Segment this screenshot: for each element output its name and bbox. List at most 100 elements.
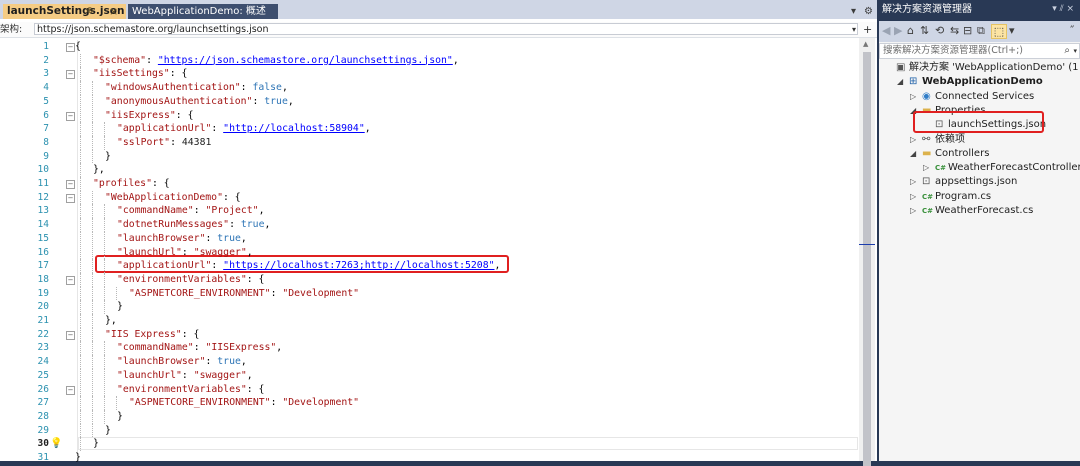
tree-item[interactable]: ▣解决方案 'WebApplicationDemo' (1 个项目 <box>879 61 1080 75</box>
code-line[interactable]: "ASPNETCORE_ENVIRONMENT": "Development" <box>129 396 359 410</box>
home-icon[interactable]: ⌂ <box>907 24 914 38</box>
code-line[interactable]: "anonymousAuthentication": true, <box>105 95 294 109</box>
code-line[interactable]: "ASPNETCORE_ENVIRONMENT": "Development" <box>129 287 359 301</box>
code-line[interactable]: } <box>75 451 81 465</box>
code-line[interactable]: "iisExpress": { <box>105 109 193 123</box>
forward-icon[interactable]: ▶ <box>894 24 902 38</box>
code-token: "IIS Express" <box>105 328 182 340</box>
collapsed-arrow-icon[interactable]: ▷ <box>923 161 929 175</box>
gear-icon[interactable]: ⚙ <box>864 4 873 19</box>
code-line[interactable]: } <box>105 424 111 438</box>
code-line[interactable]: } <box>105 150 111 164</box>
code-line[interactable]: } <box>117 410 123 424</box>
tree-item[interactable]: ▷ ⊡ appsettings.json <box>879 175 1080 189</box>
back-icon[interactable]: ◀ <box>882 24 890 38</box>
indent-guide <box>80 368 81 383</box>
code-line[interactable]: "$schema": "https://json.schemastore.org… <box>93 54 459 68</box>
code-token: true <box>240 219 265 231</box>
panel-window-buttons[interactable]: ▾ ⫽ × <box>1052 0 1074 19</box>
fold-toggle-icon[interactable]: − <box>66 385 75 395</box>
code-line[interactable]: "dotnetRunMessages": true, <box>117 218 270 232</box>
scroll-up-icon[interactable]: ▲ <box>863 40 868 48</box>
tree-item-label: 依赖项 <box>935 133 965 145</box>
code-line[interactable]: "iisSettings": { <box>93 67 187 81</box>
code-editor[interactable]: launchSettings.json ⊕ × WebApplicationDe… <box>0 0 877 466</box>
pending-changes-icon[interactable]: ⟲ <box>935 24 944 38</box>
fold-toggle-icon[interactable]: − <box>66 330 75 340</box>
code-line[interactable]: { <box>75 40 81 54</box>
fold-toggle-icon[interactable]: − <box>66 193 75 203</box>
solution-explorer-title-bar: 解决方案资源管理器 ▾ ⫽ × <box>879 0 1080 21</box>
close-icon[interactable]: × <box>109 4 118 19</box>
code-line[interactable]: "launchUrl": "swagger", <box>117 246 253 260</box>
lightbulb-icon[interactable]: 💡 <box>50 437 62 450</box>
collapsed-arrow-icon[interactable]: ▷ <box>910 204 916 218</box>
fold-toggle-icon[interactable]: − <box>66 43 75 52</box>
folder-icon: ▬ <box>922 147 932 159</box>
preview-selected-icon[interactable]: ⬚ <box>991 24 1007 39</box>
code-line[interactable]: "sslPort": 44381 <box>117 136 211 150</box>
code-line[interactable]: }, <box>93 163 105 177</box>
code-line[interactable]: "profiles": { <box>93 177 170 191</box>
tree-item[interactable]: ◢ ▬ Controllers <box>879 147 1080 161</box>
code-line[interactable]: }, <box>105 314 117 328</box>
tab-project-overview[interactable]: WebApplicationDemo: 概述 <box>128 4 278 19</box>
scrollbar-thumb[interactable] <box>863 52 871 466</box>
code-line[interactable]: "commandName": "IISExpress", <box>117 341 282 355</box>
code-token: "environmentVariables" <box>117 383 247 395</box>
code-token: , <box>276 342 283 354</box>
chevron-down-icon[interactable]: ▾ <box>1073 44 1077 58</box>
tab-dropdown-icon[interactable]: ▾ <box>851 4 856 19</box>
tree-item[interactable]: ▷ ◉ Connected Services <box>879 90 1080 104</box>
code-line[interactable]: "WebApplicationDemo": { <box>105 191 241 205</box>
show-all-files-icon[interactable]: ⧉ <box>977 24 985 38</box>
code-line[interactable]: "environmentVariables": { <box>117 273 264 287</box>
indent-guide <box>80 135 81 150</box>
more-icon[interactable]: ˝ <box>1069 24 1075 38</box>
split-editor-icon[interactable]: + <box>863 22 872 37</box>
switch-views-icon[interactable]: ⇅ <box>920 24 929 38</box>
search-icon[interactable]: ⌕ <box>1064 44 1070 58</box>
collapsed-arrow-icon[interactable]: ▷ <box>910 190 916 204</box>
expanded-arrow-icon[interactable]: ◢ <box>897 75 903 89</box>
vertical-scrollbar[interactable]: ▲ <box>859 38 875 466</box>
tree-item[interactable]: ◢ ⊞ WebApplicationDemo <box>879 75 1080 89</box>
code-line[interactable]: "launchBrowser": true, <box>117 232 247 246</box>
toolbar-overflow-icon[interactable]: ▾ <box>1009 24 1015 38</box>
code-token[interactable]: "http://localhost:58904" <box>223 123 365 134</box>
fold-toggle-icon[interactable]: − <box>66 275 75 285</box>
solution-search-input[interactable]: 搜索解决方案资源管理器(Ctrl+;) ⌕ ▾ <box>879 43 1080 59</box>
sync-icon[interactable]: ⇆ <box>950 24 959 38</box>
expanded-arrow-icon[interactable]: ◢ <box>910 147 916 161</box>
code-token: : { <box>175 109 194 121</box>
fold-toggle-icon[interactable]: − <box>66 111 75 121</box>
tree-item[interactable]: ▷ C# Program.cs <box>879 190 1080 204</box>
tree-item[interactable]: ▷ C# WeatherForecast.cs <box>879 204 1080 218</box>
collapse-all-icon[interactable]: ⊟ <box>963 24 972 38</box>
code-line[interactable]: } <box>93 437 99 451</box>
tab-launchsettings[interactable]: launchSettings.json ⊕ × <box>3 4 126 19</box>
fold-toggle-icon[interactable]: − <box>66 180 75 189</box>
chevron-down-icon[interactable]: ▾ <box>852 22 856 37</box>
code-line[interactable]: "environmentVariables": { <box>117 383 264 397</box>
tree-item[interactable]: ▷ C# WeatherForecastController.cs <box>879 161 1080 175</box>
code-line[interactable]: "applicationUrl": "http://localhost:5890… <box>117 122 371 136</box>
schema-bar: 架构: https://json.schemastore.org/launchs… <box>0 22 877 38</box>
collapsed-arrow-icon[interactable]: ▷ <box>910 175 916 189</box>
code-line[interactable]: "launchUrl": "swagger", <box>117 369 253 383</box>
code-line[interactable]: "applicationUrl": "https://localhost:726… <box>117 259 500 273</box>
code-line[interactable]: "IIS Express": { <box>105 328 199 342</box>
code-line[interactable]: "commandName": "Project", <box>117 204 264 218</box>
collapsed-arrow-icon[interactable]: ▷ <box>910 133 916 147</box>
code-line[interactable]: "windowsAuthentication": false, <box>105 81 288 95</box>
fold-toggle-icon[interactable]: − <box>66 70 75 80</box>
collapsed-arrow-icon[interactable]: ▷ <box>910 90 916 104</box>
code-token[interactable]: "https://json.schemastore.org/launchsett… <box>158 55 453 66</box>
schema-dropdown[interactable]: https://json.schemastore.org/launchsetti… <box>34 23 858 35</box>
code-token[interactable]: "https://localhost:7263;http://localhost… <box>223 260 494 271</box>
code-line[interactable]: } <box>117 300 123 314</box>
code-line[interactable]: "launchBrowser": true, <box>117 355 247 369</box>
pin-icon[interactable]: ⊕ <box>86 4 94 19</box>
code-token: : <box>181 369 194 381</box>
tree-item[interactable]: ▷ ⚯ 依赖项 <box>879 133 1080 147</box>
